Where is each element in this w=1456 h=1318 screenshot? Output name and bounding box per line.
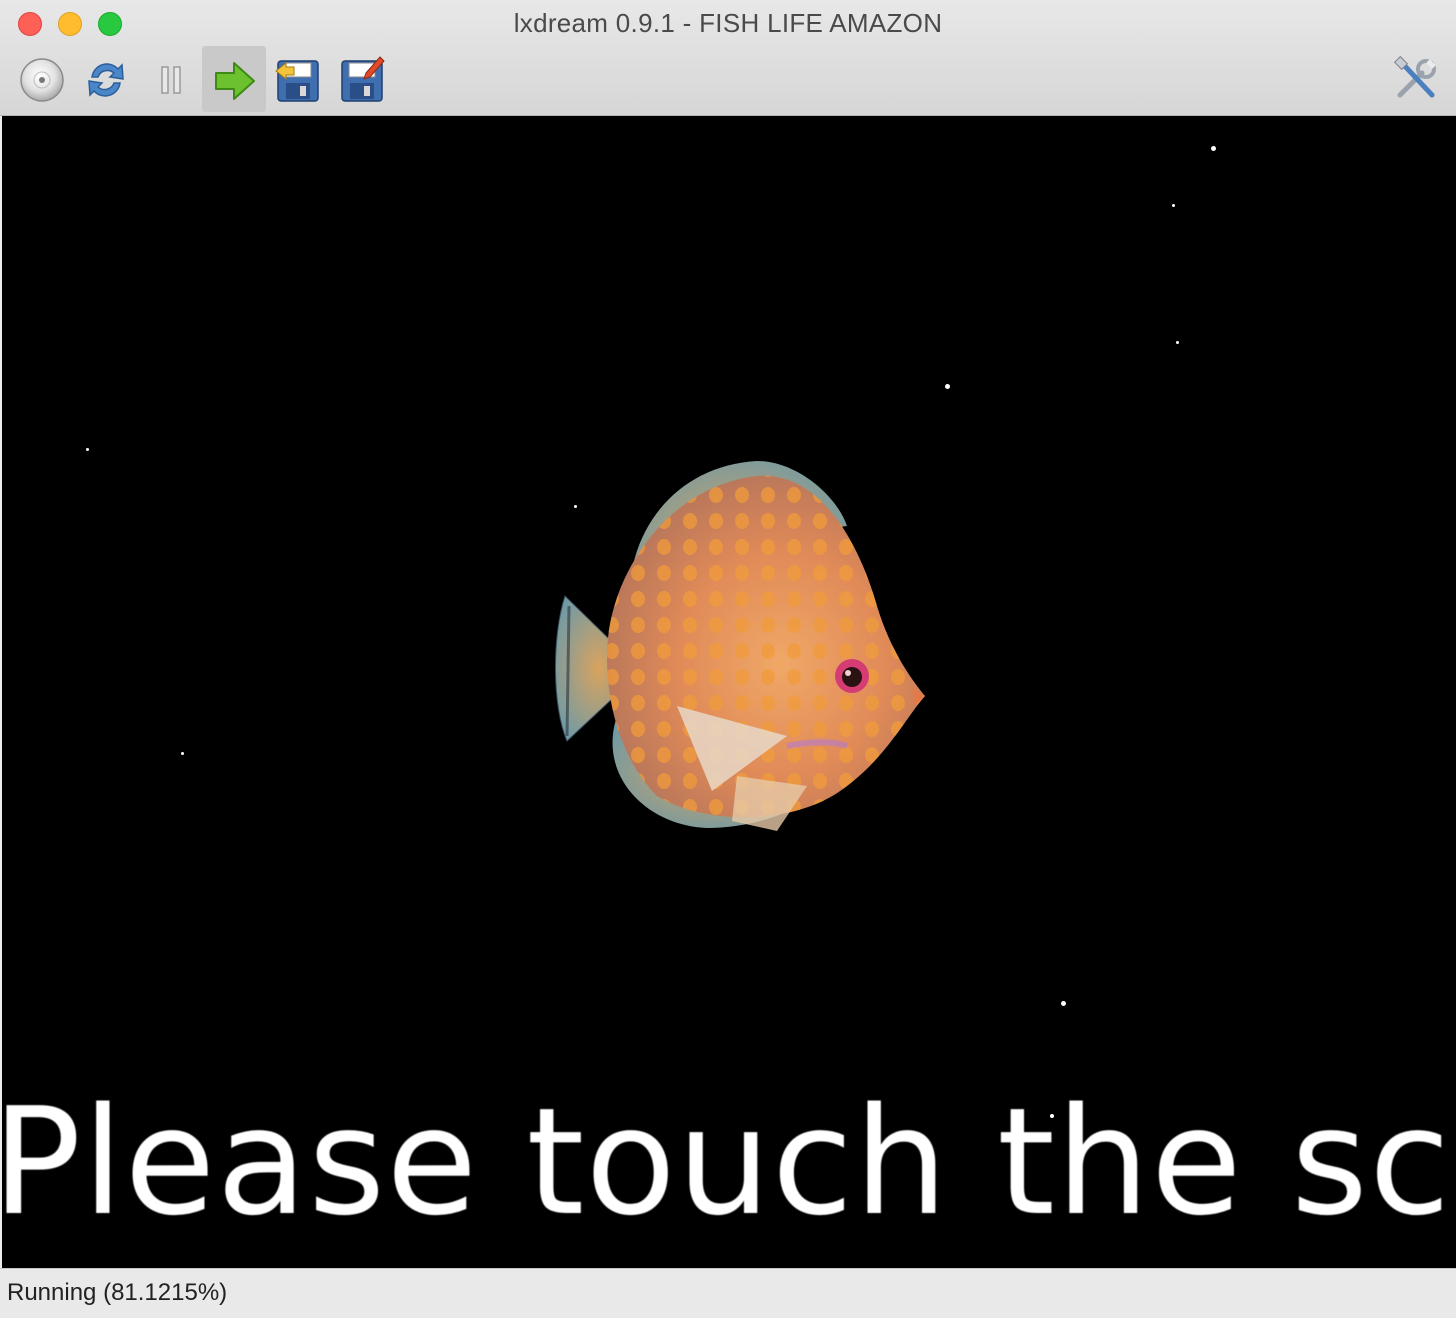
save-state-button[interactable] [330, 46, 394, 112]
settings-icon [1393, 55, 1436, 98]
run-icon [215, 62, 255, 100]
particle [945, 384, 950, 389]
particle [1176, 341, 1179, 344]
pause-button[interactable] [138, 46, 202, 112]
fish-sprite [555, 461, 925, 831]
status-bar: Running (81.1215%) [0, 1268, 1456, 1318]
load-state-button[interactable] [266, 46, 330, 112]
particle [1211, 146, 1216, 151]
run-button[interactable] [202, 46, 266, 112]
particle [181, 752, 184, 755]
status-text: Running (81.1215%) [7, 1279, 228, 1306]
particle [1172, 204, 1175, 207]
particle [86, 448, 89, 451]
pause-icon [161, 66, 181, 94]
save-state-icon [341, 56, 385, 102]
touch-prompt: Please touch the screen [2, 1076, 1456, 1248]
load-disc-button[interactable] [10, 46, 74, 112]
reset-button[interactable] [74, 46, 138, 112]
load-state-icon [275, 60, 319, 102]
game-screen[interactable]: Please touch the screen [2, 116, 1456, 1268]
window-title: lxdream 0.9.1 - FISH LIFE AMAZON [513, 8, 943, 38]
titlebar: lxdream 0.9.1 - FISH LIFE AMAZON [0, 0, 1456, 116]
reset-icon [88, 63, 124, 97]
settings-button[interactable] [1384, 46, 1448, 112]
disc-icon [20, 58, 64, 102]
particle [1061, 1001, 1066, 1006]
emulator-window: lxdream 0.9.1 - FISH LIFE AMAZON Please … [0, 0, 1456, 1318]
